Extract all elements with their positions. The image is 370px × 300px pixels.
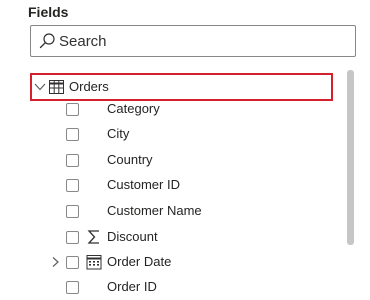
field-checkbox[interactable] — [66, 281, 79, 294]
field-row-discount[interactable]: Discount — [0, 225, 345, 250]
field-label: Order Date — [107, 254, 172, 269]
field-row-country[interactable]: Country — [0, 148, 345, 173]
field-label: Customer Name — [107, 203, 202, 218]
sigma-icon — [87, 230, 99, 244]
field-label: Category — [107, 101, 160, 116]
field-checkbox[interactable] — [66, 231, 79, 244]
field-checkbox[interactable] — [66, 154, 79, 167]
field-checkbox[interactable] — [66, 205, 79, 218]
field-row-category[interactable]: Category — [0, 97, 345, 122]
field-row-customer-name[interactable]: Customer Name — [0, 199, 345, 224]
field-label: Customer ID — [107, 177, 180, 192]
field-label: City — [107, 126, 130, 141]
table-icon — [49, 80, 64, 94]
field-row-city[interactable]: City — [0, 122, 345, 147]
table-name: Orders — [69, 79, 109, 94]
chevron-right-icon[interactable] — [50, 256, 60, 268]
search-box[interactable] — [30, 25, 356, 57]
pane-title: Fields — [28, 4, 69, 20]
search-input[interactable] — [59, 26, 349, 56]
field-row-customer-id[interactable]: Customer ID — [0, 173, 345, 198]
search-icon — [39, 33, 55, 49]
field-row-order-date[interactable]: Order Date — [0, 250, 345, 275]
field-label: Order ID — [107, 279, 157, 294]
field-checkbox[interactable] — [66, 103, 79, 116]
field-checkbox[interactable] — [66, 179, 79, 192]
calendar-icon — [86, 255, 102, 270]
field-label: Country — [107, 152, 153, 167]
field-checkbox[interactable] — [66, 128, 79, 141]
field-row-order-id[interactable]: Order ID — [0, 275, 345, 300]
chevron-down-icon[interactable] — [34, 82, 46, 92]
field-checkbox[interactable] — [66, 256, 79, 269]
field-label: Discount — [107, 229, 158, 244]
vertical-scrollbar[interactable] — [347, 70, 354, 245]
fields-tree: Orders Category City Country Customer ID… — [0, 70, 345, 300]
